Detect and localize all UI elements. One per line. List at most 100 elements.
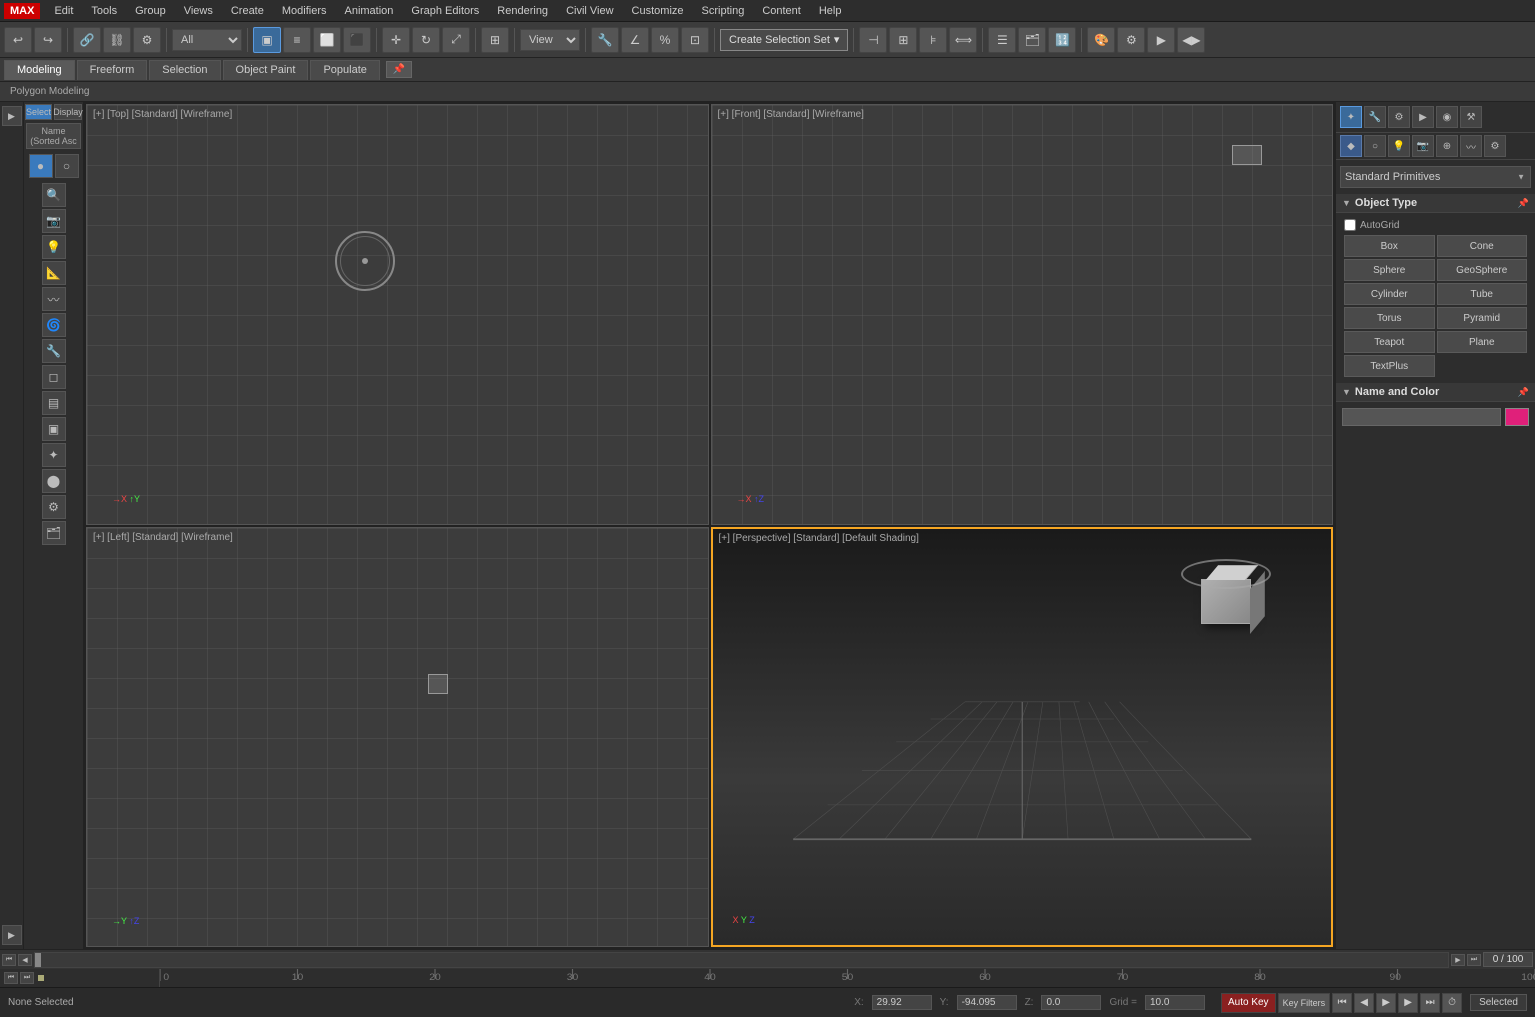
display-tab-button[interactable]: Display	[54, 104, 82, 120]
name-color-section-header[interactable]: ▼ Name and Color 📌	[1336, 383, 1535, 402]
pyramid-button[interactable]: Pyramid	[1437, 307, 1528, 329]
play-pause-button[interactable]: ▶	[1376, 993, 1396, 1013]
ref-coord-button[interactable]: ⊞	[481, 27, 509, 53]
create-geometry-icon[interactable]: ◆	[1340, 135, 1362, 157]
z-value[interactable]: 0.0	[1041, 995, 1101, 1010]
tab-pin-button[interactable]: 📌	[386, 61, 412, 78]
create-cameras-icon[interactable]: 📷	[1412, 135, 1434, 157]
align-button[interactable]: ⊧	[919, 27, 947, 53]
undo-button[interactable]: ↩	[4, 27, 32, 53]
menu-content[interactable]: Content	[754, 3, 809, 19]
lp-filter-4[interactable]: 📐	[42, 261, 66, 285]
rp-motion-icon[interactable]: ▶	[1412, 106, 1434, 128]
tab-selection[interactable]: Selection	[149, 60, 220, 80]
teapot-button[interactable]: Teapot	[1344, 331, 1435, 353]
ruler-btn-1[interactable]: ⏮	[4, 972, 18, 984]
plane-button[interactable]: Plane	[1437, 331, 1528, 353]
lp-filter-8[interactable]: ◻	[42, 365, 66, 389]
menu-tools[interactable]: Tools	[83, 3, 125, 19]
y-value[interactable]: -94.095	[957, 995, 1017, 1010]
move-button[interactable]: ✛	[382, 27, 410, 53]
textplus-button[interactable]: TextPlus	[1344, 355, 1435, 377]
snap-toggle-button[interactable]: 🔧	[591, 27, 619, 53]
menu-rendering[interactable]: Rendering	[489, 3, 556, 19]
autogrid-checkbox[interactable]	[1344, 219, 1356, 231]
render-setup-button[interactable]: ⚙	[1117, 27, 1145, 53]
quick-align-button[interactable]: ⟺	[949, 27, 977, 53]
lp-filter-13[interactable]: ⚙	[42, 495, 66, 519]
prev-frame-button[interactable]: ◀	[18, 954, 32, 966]
prev-key-button[interactable]: ◀	[1354, 993, 1374, 1013]
scale-button[interactable]: ⤢	[442, 27, 470, 53]
status-auto-key-button[interactable]: Auto Key	[1221, 993, 1276, 1013]
time-config-button[interactable]: ⏱	[1442, 993, 1462, 1013]
timeline-handle[interactable]	[35, 953, 41, 967]
ruler-btn-2[interactable]: ⏭	[20, 972, 34, 984]
lp-filter-9[interactable]: ▤	[42, 391, 66, 415]
tab-populate[interactable]: Populate	[310, 60, 379, 80]
lp-filter-3[interactable]: 💡	[42, 235, 66, 259]
expand-arrow-bottom-button[interactable]: ▶	[2, 925, 22, 945]
viewport-left[interactable]: [+] [Left] [Standard] [Wireframe] →Y ↑Z	[86, 527, 709, 948]
standard-primitives-dropdown[interactable]: Standard Primitives	[1340, 166, 1531, 188]
schematic-view-button[interactable]: 🔢	[1048, 27, 1076, 53]
box-button[interactable]: Box	[1344, 235, 1435, 257]
geosphere-button[interactable]: GeoSphere	[1437, 259, 1528, 281]
menu-graph-editors[interactable]: Graph Editors	[403, 3, 487, 19]
menu-scripting[interactable]: Scripting	[694, 3, 753, 19]
sphere-button[interactable]: Sphere	[1344, 259, 1435, 281]
lp-filter-11[interactable]: ✦	[42, 443, 66, 467]
go-to-end-button[interactable]: ⏭	[1467, 954, 1481, 966]
lp-filter-1[interactable]: 🔍	[42, 183, 66, 207]
redo-button[interactable]: ↪	[34, 27, 62, 53]
link-button[interactable]: 🔗	[73, 27, 101, 53]
active-render-button[interactable]: ◀▶	[1177, 27, 1205, 53]
create-shapes-icon[interactable]: ○	[1364, 135, 1386, 157]
x-value[interactable]: 29.92	[872, 995, 932, 1010]
select-by-name-button[interactable]: ≡	[283, 27, 311, 53]
lp-filter-14[interactable]: 🗂	[42, 521, 66, 545]
percent-snap-button[interactable]: %	[651, 27, 679, 53]
color-swatch-button[interactable]	[1505, 408, 1529, 426]
menu-views[interactable]: Views	[176, 3, 221, 19]
expand-arrow-button[interactable]: ▶	[2, 106, 22, 126]
window-crossing-button[interactable]: ⬛	[343, 27, 371, 53]
lp-filter-2[interactable]: 📷	[42, 209, 66, 233]
create-helpers-icon[interactable]: ⊕	[1436, 135, 1458, 157]
sort-label[interactable]: Name (Sorted Asc	[26, 123, 81, 149]
menu-civil-view[interactable]: Civil View	[558, 3, 621, 19]
scene-explorer-button[interactable]: 🗂	[1018, 27, 1046, 53]
rectangular-select-button[interactable]: ⬜	[313, 27, 341, 53]
lp-icon-1[interactable]: ●	[29, 154, 53, 178]
material-editor-button[interactable]: 🎨	[1087, 27, 1115, 53]
menu-create[interactable]: Create	[223, 3, 272, 19]
array-button[interactable]: ⊞	[889, 27, 917, 53]
keyframe-marker[interactable]	[38, 975, 44, 981]
create-lights-icon[interactable]: 💡	[1388, 135, 1410, 157]
rotate-button[interactable]: ↻	[412, 27, 440, 53]
mirror-button[interactable]: ⊣	[859, 27, 887, 53]
rp-create-icon[interactable]: ✦	[1340, 106, 1362, 128]
next-frame-button[interactable]: ▶	[1451, 954, 1465, 966]
lp-filter-10[interactable]: ▣	[42, 417, 66, 441]
rp-display-icon[interactable]: ◉	[1436, 106, 1458, 128]
menu-edit[interactable]: Edit	[46, 3, 81, 19]
menu-customize[interactable]: Customize	[624, 3, 692, 19]
torus-button[interactable]: Torus	[1344, 307, 1435, 329]
lp-filter-12[interactable]: ⬤	[42, 469, 66, 493]
menu-modifiers[interactable]: Modifiers	[274, 3, 335, 19]
rp-modify-icon[interactable]: 🔧	[1364, 106, 1386, 128]
select-filter-dropdown[interactable]: All	[172, 29, 242, 51]
menu-animation[interactable]: Animation	[337, 3, 402, 19]
viewport-front[interactable]: [+] [Front] [Standard] [Wireframe] →X ↑Z	[711, 104, 1334, 525]
menu-group[interactable]: Group	[127, 3, 174, 19]
rp-utilities-icon[interactable]: ⚒	[1460, 106, 1482, 128]
create-selection-set-button[interactable]: Create Selection Set ▾	[720, 29, 848, 51]
lp-filter-6[interactable]: 🌀	[42, 313, 66, 337]
lp-icon-2[interactable]: ○	[55, 154, 79, 178]
tube-button[interactable]: Tube	[1437, 283, 1528, 305]
render-button[interactable]: ▶	[1147, 27, 1175, 53]
viewport-perspective[interactable]: [+] [Perspective] [Standard] [Default Sh…	[711, 527, 1334, 948]
tab-freeform[interactable]: Freeform	[77, 60, 148, 80]
viewport-top[interactable]: [+] [Top] [Standard] [Wireframe] →X ↑Y	[86, 104, 709, 525]
